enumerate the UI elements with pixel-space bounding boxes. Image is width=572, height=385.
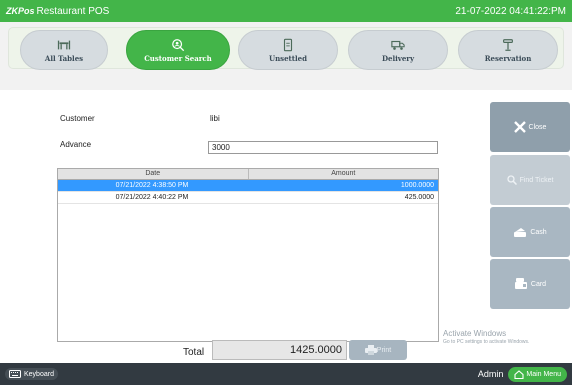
printer-icon <box>364 345 377 355</box>
brand-logo: ZKPos <box>6 5 35 16</box>
cash-label: Cash <box>530 228 547 236</box>
find-ticket-button[interactable]: Find Ticket <box>490 155 570 205</box>
datetime-display: 21-07-2022 04:41:22:PM <box>455 5 566 17</box>
keyboard-icon <box>9 370 21 378</box>
tab-label: Unsettled <box>268 53 308 63</box>
close-icon <box>513 121 526 133</box>
tab-label: Customer Search <box>144 53 212 63</box>
print-button[interactable]: Print <box>349 340 407 360</box>
receipt-icon <box>283 38 293 51</box>
column-header-amount[interactable]: Amount <box>247 169 439 179</box>
app-brand: ZKPos Restaurant POS <box>6 6 109 17</box>
tab-all-tables[interactable]: All Tables <box>20 30 108 70</box>
tab-label: All Tables <box>44 53 84 63</box>
main-menu-button[interactable]: Main Menu <box>508 366 567 382</box>
tab-customer-search[interactable]: Customer Search <box>126 30 230 70</box>
watermark-subtitle: Go to PC settings to activate Windows. <box>443 339 530 345</box>
total-value: 1425.0000 <box>212 340 347 360</box>
row-amount: 425.0000 <box>404 194 434 201</box>
close-button[interactable]: Close <box>490 102 570 152</box>
home-icon <box>514 369 524 379</box>
title-bar: ZKPos Restaurant POS 21-07-2022 04:41:22… <box>0 0 572 22</box>
table-row[interactable]: 07/21/2022 4:40:22 PM 425.0000 <box>58 192 438 204</box>
table-row[interactable]: 07/21/2022 4:38:50 PM 1000.0000 <box>58 180 438 192</box>
main-menu-label: Main Menu <box>526 370 561 378</box>
customer-search-icon <box>172 38 185 51</box>
row-date: 07/21/2022 4:40:22 PM <box>115 194 189 201</box>
tables-icon <box>57 40 71 49</box>
customer-label: Customer <box>60 114 95 123</box>
find-ticket-label: Find Ticket <box>519 176 554 184</box>
tab-delivery[interactable]: Delivery <box>348 30 448 70</box>
advance-input[interactable]: 3000 <box>208 141 438 154</box>
main-panel: Customer libi Advance 3000 Date Amount 0… <box>0 90 572 363</box>
cash-button[interactable]: Cash <box>490 207 570 257</box>
tab-label: Reservation <box>484 53 532 63</box>
search-icon <box>506 175 517 185</box>
nav-area: All Tables Customer Search Unsettled Del… <box>0 22 572 90</box>
advance-label: Advance <box>60 140 92 149</box>
print-label: Print <box>376 346 392 354</box>
grid-header: Date Amount <box>58 169 438 180</box>
total-label: Total <box>183 347 205 358</box>
reservation-icon <box>503 38 513 51</box>
watermark-title: Activate Windows <box>443 329 507 338</box>
keyboard-label: Keyboard <box>24 370 54 378</box>
tab-label: Delivery <box>381 53 415 63</box>
card-button[interactable]: Card <box>490 259 570 309</box>
delivery-icon <box>391 40 405 50</box>
bottom-right-group: Admin Main Menu <box>477 366 567 382</box>
tab-reservation[interactable]: Reservation <box>458 30 558 70</box>
column-header-date[interactable]: Date <box>58 169 248 179</box>
row-amount: 1000.0000 <box>400 182 434 189</box>
cash-icon <box>514 227 527 237</box>
customer-value: libi <box>210 114 220 123</box>
card-icon <box>514 278 527 289</box>
bottom-bar: Keyboard Admin Main Menu <box>0 363 572 385</box>
row-date: 07/21/2022 4:38:50 PM <box>115 182 189 189</box>
keyboard-button[interactable]: Keyboard <box>5 368 58 380</box>
app-title: Restaurant POS <box>36 5 110 17</box>
user-name: Admin <box>477 369 504 379</box>
card-label: Card <box>530 280 547 288</box>
close-label: Close <box>528 123 547 131</box>
payments-grid: Date Amount 07/21/2022 4:38:50 PM 1000.0… <box>57 168 439 342</box>
tab-unsettled[interactable]: Unsettled <box>238 30 338 70</box>
activate-windows-watermark: Activate Windows Go to PC settings to ac… <box>443 329 529 345</box>
